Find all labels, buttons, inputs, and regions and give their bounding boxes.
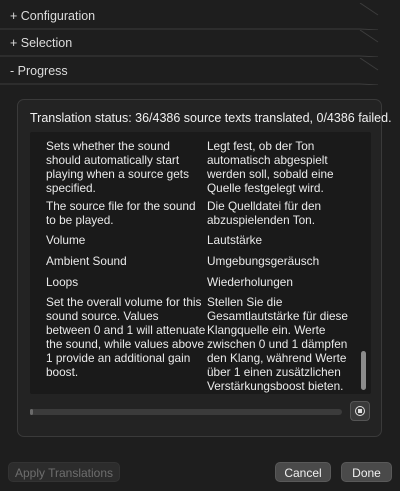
source-text: Volume [46, 233, 86, 247]
source-text: Loops [46, 275, 79, 289]
target-text: Stellen Sie die Gesamtlautstärke für die… [207, 295, 348, 393]
source-text: Sets whether the sound should automatica… [46, 139, 189, 195]
section-configuration-label: + Configuration [10, 9, 96, 23]
translation-progress-bar [30, 409, 342, 415]
section-configuration-header[interactable]: + Configuration [0, 3, 400, 30]
cancel-button[interactable]: Cancel [275, 462, 331, 482]
translation-status-text: Translation status: 36/4386 source texts… [30, 111, 392, 125]
target-text: Lautstärke [207, 233, 263, 247]
apply-translations-button[interactable]: Apply Translations [8, 462, 120, 482]
target-text: Legt fest, ob der Ton automatisch abgesp… [207, 139, 334, 195]
translation-progress-fill [30, 409, 33, 415]
progress-panel: Translation status: 36/4386 source texts… [17, 99, 392, 437]
target-text: Wiederholungen [207, 275, 293, 289]
section-selection-header[interactable]: + Selection [0, 30, 400, 57]
target-text: Umgebungsgeräusch [207, 254, 320, 268]
section-progress-label: - Progress [10, 64, 68, 78]
done-button[interactable]: Done [341, 462, 392, 482]
source-text: Set the overall volume for this sound so… [46, 295, 206, 379]
target-text: Die Quelldatei für den abzuspielenden To… [207, 199, 322, 227]
section-progress-header[interactable]: - Progress [0, 58, 400, 85]
section-selection-label: + Selection [10, 36, 73, 50]
source-text: Ambient Sound [46, 254, 127, 268]
source-text: The source file for the sound to be play… [46, 199, 196, 227]
translations-table[interactable]: Sets whether the sound should automatica… [30, 132, 371, 394]
table-scrollbar[interactable] [361, 351, 366, 390]
stop-button[interactable] [350, 401, 370, 421]
